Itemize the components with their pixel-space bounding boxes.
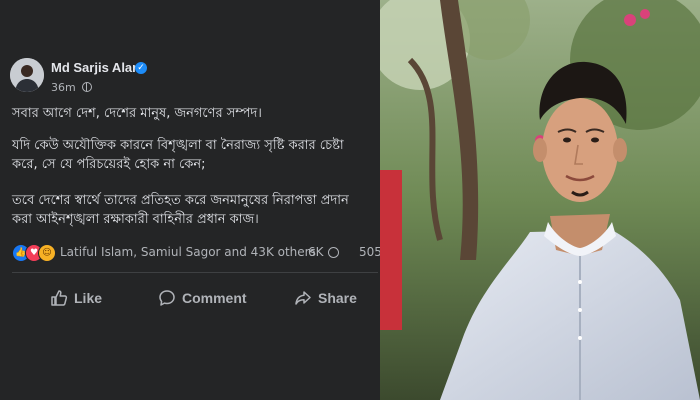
post-meta: 36m: [51, 81, 93, 94]
reactions-bar: 👍 ♥ ☺ Latiful Islam, Samiul Sagor and 43…: [12, 244, 380, 262]
comment-count-icon: [328, 247, 339, 258]
post-paragraph: সবার আগে দেশ, দেশের মানুষ, জনগণের সম্পদ।: [12, 106, 262, 121]
shares-count[interactable]: 505: [359, 245, 380, 259]
verified-badge-icon: ✓: [135, 62, 147, 74]
care-reaction-icon[interactable]: ☺: [38, 244, 56, 262]
comment-icon: [158, 289, 176, 307]
share-button[interactable]: Share: [294, 284, 357, 312]
avatar[interactable]: [10, 58, 44, 92]
like-button[interactable]: Like: [50, 284, 102, 312]
share-icon: [294, 289, 312, 307]
post-time[interactable]: 36m: [51, 81, 76, 94]
author-name[interactable]: Md Sarjis Alam: [51, 60, 144, 75]
comment-button[interactable]: Comment: [158, 284, 247, 312]
post-paragraph: তবে দেশের স্বার্থে তাদের প্রতিহত করে জনম…: [12, 193, 349, 227]
portrait-photo: [380, 0, 700, 400]
share-label: Share: [318, 290, 357, 306]
thumbs-up-icon: [50, 289, 68, 307]
comment-label: Comment: [182, 290, 247, 306]
like-label: Like: [74, 290, 103, 306]
comments-count[interactable]: 6K: [308, 245, 324, 259]
divider: [12, 272, 378, 273]
reactors-summary[interactable]: Latiful Islam, Samiul Sagor and 43K othe…: [60, 245, 316, 259]
post-paragraph: যদি কেউ অযৌক্তিক কারনে বিশৃঙ্খলা বা নৈরা…: [12, 138, 344, 172]
globe-icon: [82, 82, 93, 92]
facebook-post: Md Sarjis Alam ✓ 36m সবার আগে দেশ, দেশের…: [0, 0, 380, 400]
